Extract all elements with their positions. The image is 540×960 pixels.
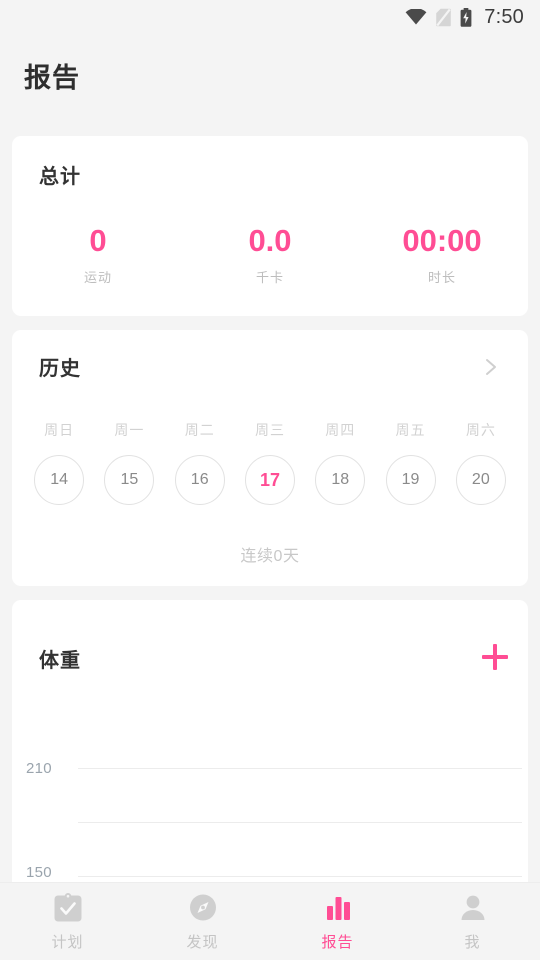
stat-exercise-label: 运动 — [83, 270, 112, 285]
weekday-label: 周五 — [395, 422, 426, 438]
weight-card-title: 体重 — [39, 650, 81, 672]
chart-gridline — [78, 876, 522, 877]
weekday-label: 周一 — [114, 422, 145, 438]
history-card[interactable]: 历史 周日 周一 周二 周三 周四 周五 周六 14 15 16 17 18 1… — [12, 330, 528, 586]
weekday-label: 周四 — [325, 422, 356, 438]
status-bar-time: 7:50 — [484, 5, 524, 28]
no-sim-icon — [436, 8, 452, 26]
chart-gridline — [78, 768, 522, 769]
stat-calories-label: 千卡 — [255, 270, 284, 285]
weekday-label: 周六 — [465, 422, 496, 438]
bar-chart-icon — [326, 896, 350, 920]
weekday-header-row: 周日 周一 周二 周三 周四 周五 周六 — [24, 420, 516, 440]
stat-duration-label: 时长 — [427, 270, 456, 285]
chevron-right-icon[interactable] — [480, 356, 502, 378]
stat-duration-value: 00:00 — [402, 223, 482, 258]
clipboard-check-icon — [54, 892, 81, 921]
chart-gridline — [78, 822, 522, 823]
nav-item-discover[interactable]: 发现 — [135, 892, 270, 952]
stat-exercise-value: 0 — [89, 223, 107, 258]
nav-label-report: 报告 — [321, 933, 354, 951]
chart-ytick: 150 — [26, 864, 52, 881]
status-bar: 7:50 — [0, 0, 540, 34]
day-cell[interactable]: 14 — [24, 455, 94, 505]
day-cell[interactable]: 17 — [235, 455, 305, 505]
wifi-icon — [405, 9, 427, 25]
chart-ytick: 210 — [26, 760, 52, 777]
battery-charging-icon — [460, 7, 472, 27]
day-circle[interactable]: 19 — [385, 455, 436, 505]
day-circle[interactable]: 15 — [104, 455, 155, 505]
page-title: 报告 — [24, 63, 80, 93]
weight-card: 体重 210 150 — [12, 600, 528, 900]
day-circle-row: 14 15 16 17 18 19 20 — [24, 455, 516, 505]
stat-calories: 0.0 千卡 — [184, 224, 356, 286]
day-cell[interactable]: 20 — [446, 455, 516, 505]
plus-icon — [493, 644, 497, 670]
weight-chart: 210 150 — [12, 730, 528, 900]
nav-item-plan[interactable]: 计划 — [0, 892, 135, 952]
day-circle-today[interactable]: 17 — [244, 455, 295, 505]
history-card-title: 历史 — [39, 358, 81, 380]
day-cell[interactable]: 15 — [94, 455, 164, 505]
day-cell[interactable]: 16 — [165, 455, 235, 505]
nav-label-discover: 发现 — [186, 933, 219, 951]
day-circle[interactable]: 14 — [34, 455, 85, 505]
nav-item-report[interactable]: 报告 — [270, 892, 405, 952]
stat-calories-value: 0.0 — [248, 223, 292, 258]
nav-label-plan: 计划 — [51, 933, 84, 951]
add-weight-button[interactable] — [478, 640, 512, 674]
weekday-label: 周日 — [44, 422, 75, 438]
person-icon — [461, 895, 484, 920]
compass-icon — [189, 894, 216, 920]
day-cell[interactable]: 19 — [375, 455, 445, 505]
day-circle[interactable]: 18 — [315, 455, 366, 505]
weekday-label: 周二 — [184, 422, 215, 438]
total-card-title: 总计 — [39, 166, 81, 188]
nav-item-me[interactable]: 我 — [405, 892, 540, 952]
day-circle[interactable]: 16 — [174, 455, 225, 505]
bottom-navigation: 计划 发现 报告 我 — [0, 882, 540, 960]
total-card: 总计 0 运动 0.0 千卡 00:00 时长 — [12, 136, 528, 316]
streak-label: 连续0天 — [240, 548, 300, 565]
day-circle[interactable]: 20 — [455, 455, 506, 505]
day-cell[interactable]: 18 — [305, 455, 375, 505]
nav-label-me: 我 — [464, 933, 481, 951]
stat-duration: 00:00 时长 — [356, 224, 528, 286]
total-stats-row: 0 运动 0.0 千卡 00:00 时长 — [12, 224, 528, 286]
stat-exercise: 0 运动 — [12, 224, 184, 286]
weekday-label: 周三 — [254, 422, 285, 438]
